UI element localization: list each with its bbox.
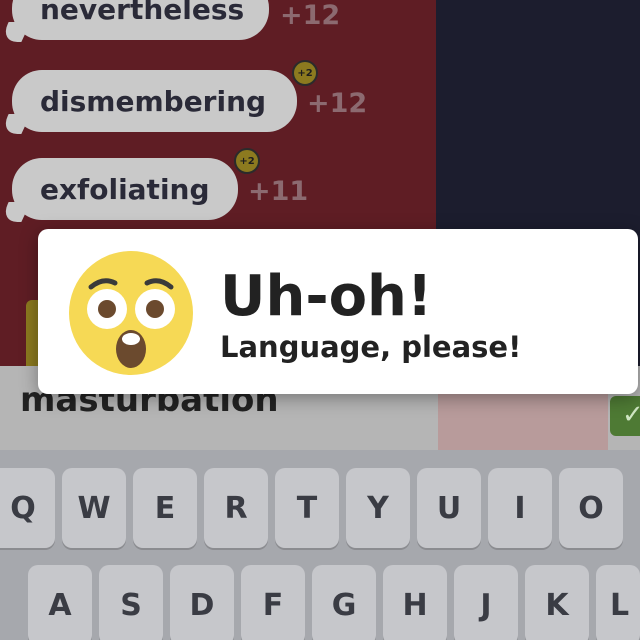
key-u[interactable]: U	[417, 468, 481, 548]
word-bubble: nevertheless	[12, 0, 269, 40]
word-score: +12	[280, 0, 341, 31]
key-f[interactable]: F	[241, 565, 305, 640]
word-text: nevertheless	[40, 0, 245, 26]
word-bubble: exfoliating	[12, 158, 238, 220]
key-w[interactable]: W	[62, 468, 126, 548]
key-t[interactable]: T	[275, 468, 339, 548]
bonus-badge: +2	[234, 148, 260, 174]
alert-title: Uh-oh!	[220, 264, 433, 329]
key-i[interactable]: I	[488, 468, 552, 548]
bonus-badge: +2	[292, 60, 318, 86]
list-item: nevertheless +12	[0, 0, 436, 48]
key-l[interactable]: L	[596, 565, 640, 640]
key-d[interactable]: D	[170, 565, 234, 640]
key-k[interactable]: K	[525, 565, 589, 640]
key-a[interactable]: A	[28, 565, 92, 640]
word-score: +12	[307, 88, 368, 119]
word-score: +11	[248, 176, 309, 207]
key-s[interactable]: S	[99, 565, 163, 640]
key-r[interactable]: R	[204, 468, 268, 548]
alert-message: Language, please!	[220, 330, 522, 364]
word-bubble: dismembering	[12, 70, 297, 132]
key-e[interactable]: E	[133, 468, 197, 548]
word-text: exfoliating	[40, 172, 210, 206]
profanity-alert[interactable]: Uh-oh! Language, please!	[38, 229, 638, 394]
check-icon: ✓	[622, 400, 640, 430]
key-h[interactable]: H	[383, 565, 447, 640]
key-q[interactable]: Q	[0, 468, 55, 548]
keyboard: Q W E R T Y U I O A S D F G H J K L	[0, 450, 640, 640]
key-j[interactable]: J	[454, 565, 518, 640]
key-g[interactable]: G	[312, 565, 376, 640]
word-text: dismembering	[40, 84, 267, 118]
key-o[interactable]: O	[559, 468, 623, 548]
shocked-face-emoji-icon	[69, 251, 193, 375]
key-y[interactable]: Y	[346, 468, 410, 548]
list-item: dismembering +2 +12	[0, 60, 436, 140]
list-item: exfoliating +2 +11	[0, 148, 436, 228]
game-screen: nevertheless +12 dismembering +2 +12 exf…	[0, 0, 640, 640]
